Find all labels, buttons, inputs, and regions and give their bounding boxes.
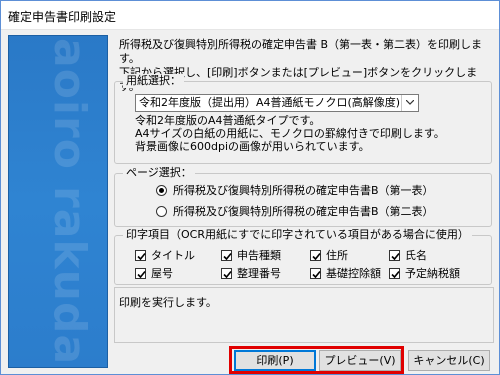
highlight-box [229,346,404,374]
checkbox-label: タイトル [151,249,195,262]
print-settings-dialog: 確定申告書印刷設定 aoiro rakuda 所得税及び復興特別所得税の確定申告… [0,0,500,375]
checkbox-label: 予定納税額 [405,267,460,280]
radio-label: 所得税及び復興特別所得税の確定申告書B（第二表） [173,205,434,218]
checkbox-label: 屋号 [151,267,173,280]
checkbox-icon[interactable] [135,268,146,279]
checkbox-icon[interactable] [310,250,321,261]
brand-logo-text: aoiro [44,38,95,170]
paper-info: 令和2年度版のA4普通紙タイプです。 A4サイズの白紙の用紙に、モノクロの罫線付… [135,114,475,153]
checkbox-icon[interactable] [221,250,232,261]
radio-label: 所得税及び復興特別所得税の確定申告書B（第一表） [173,184,434,197]
checkbox-icon[interactable] [389,268,400,279]
brand-logo-text: rakuda [44,186,95,366]
radio-dot[interactable] [156,185,167,196]
status-message-box: 印刷を実行します。 [114,287,494,343]
checkbox-label: 住所 [326,249,348,262]
checkbox-label: 氏名 [405,249,427,262]
checkbox-icon[interactable] [221,268,232,279]
instruction-line: 所得税及び復興特別所得税の確定申告書 B（第一表・第二表）を印刷します。 [119,38,483,65]
paper-info-line: A4サイズの白紙の用紙に、モノクロの罫線付きで印刷します。 [135,127,445,140]
brand-sidebar: aoiro rakuda [8,35,108,368]
checkbox-icon[interactable] [310,268,321,279]
paper-type-value: 令和2年度版（提出用）A4普通紙モノクロ(高解像度) [139,96,401,109]
status-message: 印刷を実行します。 [119,296,217,309]
paper-type-dropdown[interactable]: 令和2年度版（提出用）A4普通紙モノクロ(高解像度) [135,94,419,112]
checkbox-label: 申告種類 [237,249,281,262]
checkbox-label: 整理番号 [237,267,281,280]
print-items-label: 印字項目（OCR用紙にすでに印字されている項目がある場合に使用） [123,228,472,242]
checkbox-icon[interactable] [389,250,400,261]
chevron-down-icon[interactable] [401,95,418,111]
window-title: 確定申告書印刷設定 [8,10,117,24]
paper-info-line: 令和2年度版のA4普通紙タイプです。 [135,114,321,127]
radio-dot[interactable] [156,206,167,217]
page-selection-label: ページ選択： [123,166,195,180]
checkbox-label: 基礎控除額 [326,267,381,280]
paper-selection-label: 用紙選択： [123,74,184,88]
checkbox-icon[interactable] [135,250,146,261]
paper-info-line: 背景画像に600dpiの画像が用いられています。 [135,140,370,153]
title-bar: 確定申告書印刷設定 [1,1,499,30]
cancel-button[interactable]: キャンセル(C) [408,350,490,371]
